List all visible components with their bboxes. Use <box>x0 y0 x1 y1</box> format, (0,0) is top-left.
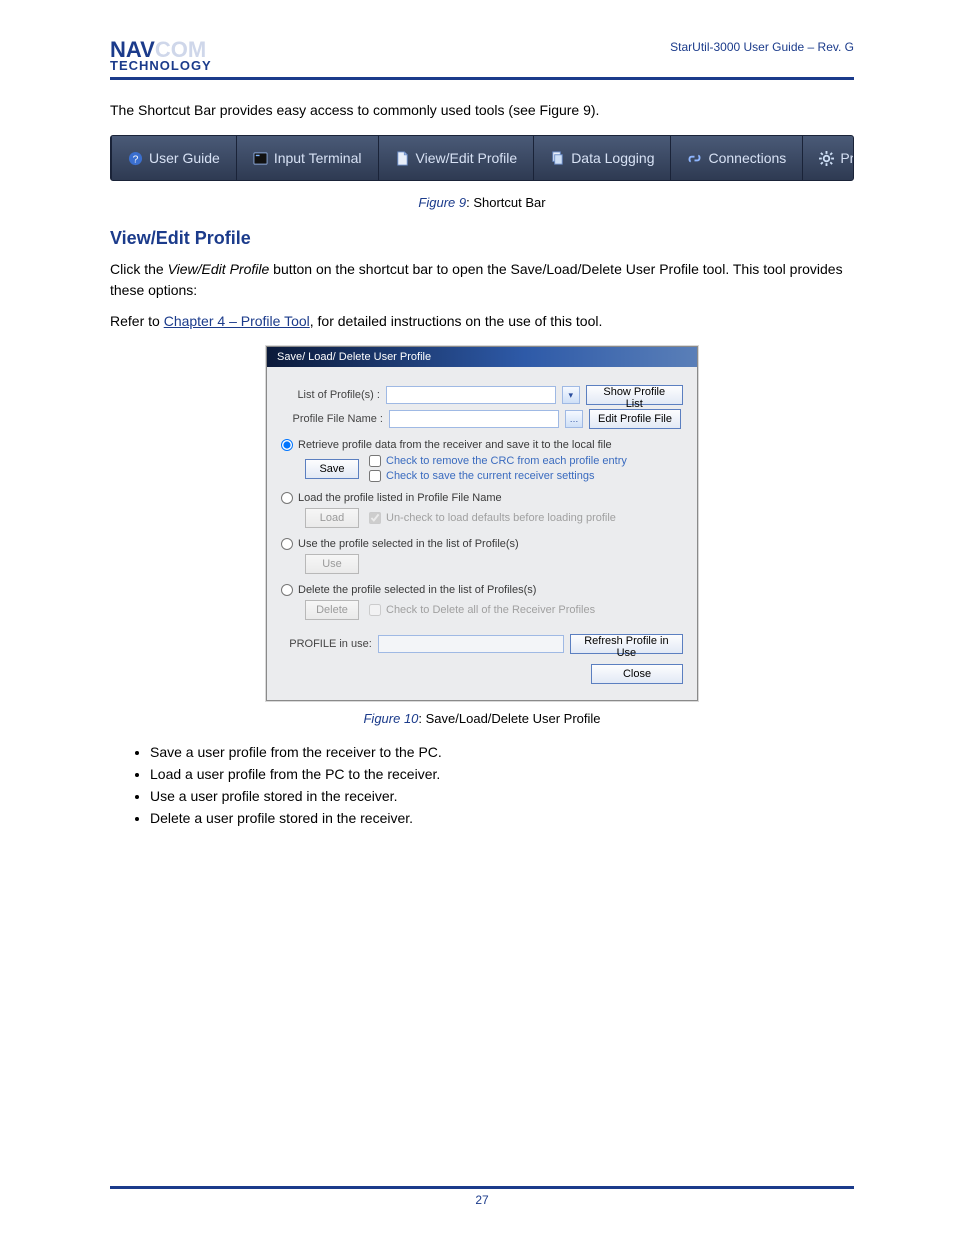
doc-title: StarUtil-3000 User Guide – Rev. G <box>670 40 854 54</box>
link-chapter-4[interactable]: Chapter 4 – Profile Tool <box>164 313 310 329</box>
link-icon <box>687 151 702 166</box>
retrieve-label: Retrieve profile data from the receiver … <box>298 439 612 451</box>
svg-text:?: ? <box>133 154 139 165</box>
sb-user-guide[interactable]: ? User Guide <box>112 136 237 180</box>
sb-preferences[interactable]: Preferences <box>803 136 854 180</box>
figure-10-caption: Figure 10: Save/Load/Delete User Profile <box>110 711 854 726</box>
sb-label: Input Terminal <box>274 150 362 166</box>
fig10-num: Figure 10 <box>363 711 418 726</box>
file-icon <box>395 151 410 166</box>
ellipsis-icon: … <box>570 414 579 424</box>
sb-data-logging[interactable]: Data Logging <box>534 136 671 180</box>
remove-crc-checkbox[interactable] <box>369 455 381 467</box>
edit-profile-file-button[interactable]: Edit Profile File <box>589 409 681 429</box>
help-circle-icon: ? <box>128 151 143 166</box>
fig10-text: : Save/Load/Delete User Profile <box>418 711 600 726</box>
dialog-title: Save/ Load/ Delete User Profile <box>267 347 697 367</box>
logo: NAVCOM TECHNOLOGY <box>110 40 212 71</box>
load-button: Load <box>305 508 359 528</box>
use-button: Use <box>305 554 359 574</box>
sb-label: Preferences <box>840 150 854 166</box>
list-item: Load a user profile from the PC to the r… <box>150 766 854 782</box>
browse-file-button[interactable]: … <box>565 410 583 428</box>
profile-list-field[interactable] <box>386 386 556 404</box>
delete-all-label: Check to Delete all of the Receiver Prof… <box>386 604 595 616</box>
sb-input-terminal[interactable]: Input Terminal <box>237 136 379 180</box>
logo-text-2: TECHNOLOGY <box>110 60 212 72</box>
label-profile-file-name: Profile File Name : <box>281 413 383 425</box>
uncheck-defaults-label: Un-check to load defaults before loading… <box>386 512 616 524</box>
sb-label: View/Edit Profile <box>416 150 518 166</box>
sb-label: User Guide <box>149 150 220 166</box>
sb-view-edit-profile[interactable]: View/Edit Profile <box>379 136 535 180</box>
sb-label: Data Logging <box>571 150 654 166</box>
shortcut-bar: ? User Guide Input Terminal View/Edit Pr… <box>110 135 854 181</box>
dialog-figure: Save/ Load/ Delete User Profile List of … <box>110 346 854 701</box>
figure-9-caption: Figure 9: Shortcut Bar <box>110 195 854 210</box>
show-profile-list-button[interactable]: Show Profile List <box>586 385 684 405</box>
delete-button: Delete <box>305 600 359 620</box>
intro-text: The Shortcut Bar provides easy access to… <box>110 100 854 121</box>
feature-list: Save a user profile from the receiver to… <box>110 744 854 826</box>
close-button[interactable]: Close <box>591 664 683 684</box>
load-label: Load the profile listed in Profile File … <box>298 492 502 504</box>
list-item: Use a user profile stored in the receive… <box>150 788 854 804</box>
fig9-num: Figure 9 <box>418 195 466 210</box>
heading-view-edit-profile: View/Edit Profile <box>110 228 854 249</box>
label-list-of-profiles: List of Profile(s) : <box>281 389 380 401</box>
delete-radio[interactable] <box>281 584 293 596</box>
header-rule <box>110 77 854 80</box>
gear-icon <box>819 151 834 166</box>
ve-paragraph-2: Refer to Chapter 4 – Profile Tool, for d… <box>110 311 854 332</box>
save-current-label: Check to save the current receiver setti… <box>386 470 594 482</box>
page-header: NAVCOM TECHNOLOGY StarUtil-3000 User Gui… <box>110 40 854 71</box>
remove-crc-label: Check to remove the CRC from each profil… <box>386 455 627 467</box>
delete-label: Delete the profile selected in the list … <box>298 584 536 596</box>
user-profile-dialog: Save/ Load/ Delete User Profile List of … <box>266 346 698 701</box>
profile-list-dropdown[interactable]: ▾ <box>562 386 580 404</box>
list-item: Save a user profile from the receiver to… <box>150 744 854 760</box>
page-number: 27 <box>475 1193 488 1207</box>
sb-label: Connections <box>708 150 786 166</box>
save-current-checkbox[interactable] <box>369 470 381 482</box>
delete-all-checkbox <box>369 604 381 616</box>
save-button[interactable]: Save <box>305 459 359 479</box>
uncheck-defaults-checkbox <box>369 512 381 524</box>
load-radio[interactable] <box>281 492 293 504</box>
ve-paragraph-1: Click the View/Edit Profile button on th… <box>110 259 854 301</box>
use-label: Use the profile selected in the list of … <box>298 538 519 550</box>
refresh-profile-button[interactable]: Refresh Profile in Use <box>570 634 683 654</box>
label-profile-in-use: PROFILE in use: <box>281 638 372 650</box>
chevron-down-icon: ▾ <box>568 390 573 401</box>
fig9-text: : Shortcut Bar <box>466 195 545 210</box>
terminal-icon <box>253 151 268 166</box>
retrieve-radio[interactable] <box>281 439 293 451</box>
page-footer: 27 <box>110 1186 854 1207</box>
profile-in-use-field <box>378 635 564 653</box>
profile-filename-field[interactable] <box>389 410 559 428</box>
copy-icon <box>550 151 565 166</box>
sb-connections[interactable]: Connections <box>671 136 803 180</box>
ve-button-name: View/Edit Profile <box>168 261 270 277</box>
use-radio[interactable] <box>281 538 293 550</box>
list-item: Delete a user profile stored in the rece… <box>150 810 854 826</box>
